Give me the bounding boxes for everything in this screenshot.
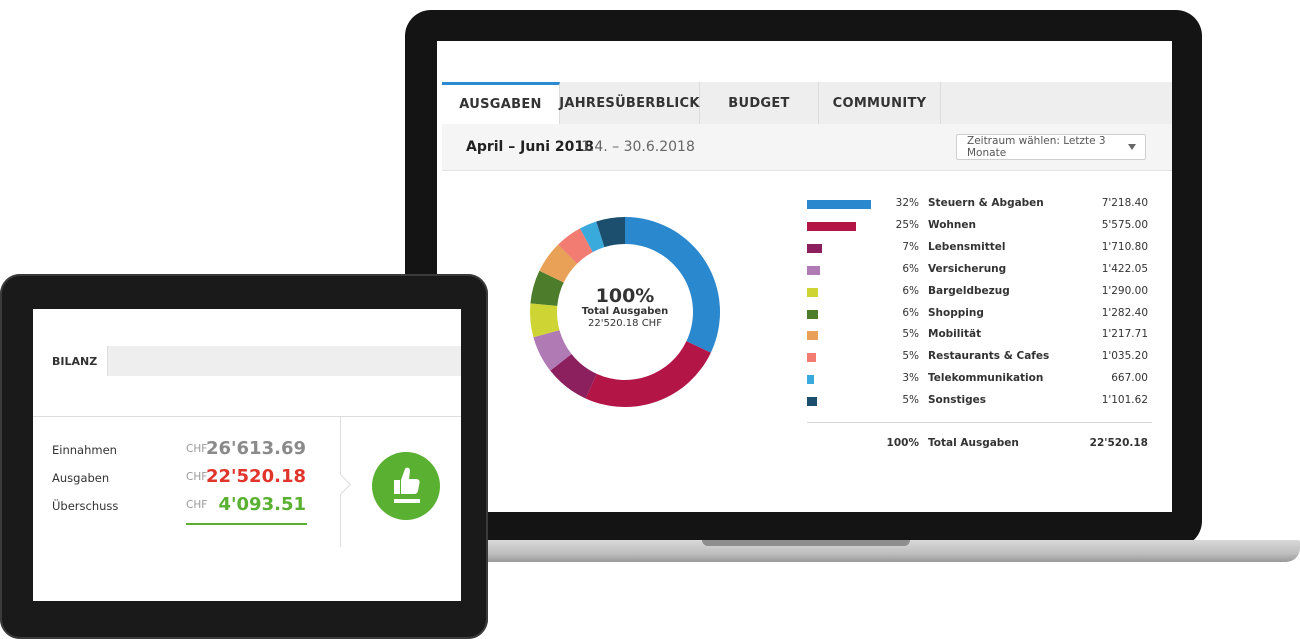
legend-bar <box>807 265 820 275</box>
tab-budget[interactable]: BUDGET <box>700 82 819 124</box>
period-bar: April – Juni 2018 1.4. – 30.6.2018 Zeitr… <box>442 124 1172 171</box>
legend-row: 5% Sonstiges 1'101.62 <box>807 390 1152 412</box>
surplus-underline <box>186 523 307 525</box>
period-title: April – Juni 2018 <box>466 139 594 155</box>
legend-category: Versicherung <box>928 262 1007 275</box>
legend-bar <box>807 397 817 407</box>
legend-total-value: 22'520.18 <box>1089 437 1148 449</box>
legend-pct: 5% <box>902 350 919 363</box>
tab-jahresueberblick[interactable]: JAHRESÜBERBLICK <box>559 82 700 124</box>
legend-value: 1'217.71 <box>1101 328 1148 341</box>
row-label: Einnahmen <box>52 443 117 457</box>
legend-total-pct: 100% <box>886 437 919 449</box>
legend-category: Mobilität <box>928 328 982 341</box>
row-label: Überschuss <box>52 499 119 513</box>
legend-category: Bargeldbezug <box>928 284 1010 297</box>
legend-value: 1'035.20 <box>1101 350 1148 363</box>
donut-label: Total Ausgaben <box>581 306 669 317</box>
legend-bar <box>807 331 818 341</box>
donut-slice <box>585 341 711 407</box>
legend-value: 7'218.40 <box>1101 197 1148 209</box>
laptop-notch <box>702 540 910 546</box>
chevron-right-icon <box>329 473 352 496</box>
legend-bar <box>807 375 814 385</box>
row-label: Ausgaben <box>52 471 110 485</box>
legend-pct: 5% <box>902 328 919 341</box>
legend-category: Lebensmittel <box>928 240 1006 253</box>
row-currency: CHF <box>186 443 208 455</box>
legend-category: Shopping <box>928 306 984 319</box>
legend-category: Steuern & Abgaben <box>928 197 1044 209</box>
tab-community[interactable]: COMMUNITY <box>819 82 941 124</box>
tablet-screen: BILANZ Einnahmen CHF 26'613.69 Ausgaben … <box>33 309 461 601</box>
bilanz-row-einnahmen: Einnahmen CHF 26'613.69 <box>52 438 312 464</box>
legend-pct: 25% <box>895 218 919 231</box>
period-select-label: Zeitraum wählen: Letzte 3 Monate <box>967 135 1106 159</box>
legend-bar <box>807 243 822 253</box>
legend-total-row: 100% Total Ausgaben 22'520.18 <box>807 433 1152 455</box>
legend-row: 6% Bargeldbezug 1'290.00 <box>807 281 1152 303</box>
period-range: 1.4. – 30.6.2018 <box>581 139 695 155</box>
legend-bar <box>807 287 818 297</box>
row-amount: 26'613.69 <box>205 438 306 459</box>
legend-row: 5% Restaurants & Cafes 1'035.20 <box>807 346 1152 368</box>
legend-pct: 6% <box>902 284 919 297</box>
legend-bar <box>807 221 856 231</box>
bilanz-divider <box>33 416 461 417</box>
legend-category: Telekommunikation <box>928 372 1044 385</box>
legend-row: 5% Mobilität 1'217.71 <box>807 324 1152 346</box>
legend-pct: 32% <box>895 197 919 209</box>
legend-bar <box>807 309 818 319</box>
legend-value: 1'710.80 <box>1101 240 1148 253</box>
legend-row: 6% Versicherung 1'422.05 <box>807 259 1152 281</box>
row-amount: 22'520.18 <box>205 466 306 487</box>
legend-row: 6% Shopping 1'282.40 <box>807 303 1152 325</box>
donut-center: 100% Total Ausgaben 22'520.18 CHF <box>565 286 685 330</box>
laptop-screen: AUSGABEN JAHRESÜBERBLICK BUDGET COMMUNIT… <box>437 41 1172 512</box>
donut-total: 22'520.18 CHF <box>588 318 662 329</box>
legend-divider <box>807 422 1152 423</box>
legend-pct: 7% <box>902 240 919 253</box>
thumbs-up-icon <box>372 452 440 520</box>
legend-pct: 6% <box>902 262 919 275</box>
legend-value: 1'290.00 <box>1101 284 1148 297</box>
legend-row: 25% Wohnen 5'575.00 <box>807 215 1152 237</box>
tab-bar: AUSGABEN JAHRESÜBERBLICK BUDGET COMMUNIT… <box>442 82 1172 124</box>
legend-pct: 6% <box>902 306 919 319</box>
legend-pct: 5% <box>902 394 919 407</box>
legend-category: Wohnen <box>928 218 976 231</box>
bilanz-row-ausgaben: Ausgaben CHF 22'520.18 <box>52 466 312 492</box>
legend-pct: 3% <box>902 372 919 385</box>
legend-bar <box>807 353 816 363</box>
legend-category: Sonstiges <box>928 394 987 407</box>
donut-percent: 100% <box>595 285 655 307</box>
legend-row: 7% Lebensmittel 1'710.80 <box>807 237 1152 259</box>
period-select[interactable]: Zeitraum wählen: Letzte 3 Monate <box>956 134 1146 160</box>
legend-value: 1'422.05 <box>1101 262 1148 275</box>
legend-bar <box>807 200 871 209</box>
row-currency: CHF <box>186 499 208 511</box>
caret-down-icon <box>1128 144 1136 150</box>
tab-bilanz[interactable]: BILANZ <box>33 346 108 376</box>
legend-category: Restaurants & Cafes <box>928 350 1050 363</box>
bilanz-tab-bar: BILANZ <box>33 346 461 376</box>
legend-total-label: Total Ausgaben <box>928 437 1019 449</box>
row-currency: CHF <box>186 471 208 483</box>
tab-ausgaben[interactable]: AUSGABEN <box>442 82 560 124</box>
legend-value: 667.00 <box>1111 372 1148 385</box>
legend-value: 5'575.00 <box>1101 218 1148 231</box>
legend-row: 32% Steuern & Abgaben 7'218.40 <box>807 193 1152 215</box>
legend-value: 1'101.62 <box>1101 394 1148 407</box>
legend-row: 3% Telekommunikation 667.00 <box>807 368 1152 390</box>
bilanz-row-ueberschuss: Überschuss CHF 4'093.51 <box>52 494 312 520</box>
legend-value: 1'282.40 <box>1101 306 1148 319</box>
row-amount: 4'093.51 <box>218 494 307 515</box>
